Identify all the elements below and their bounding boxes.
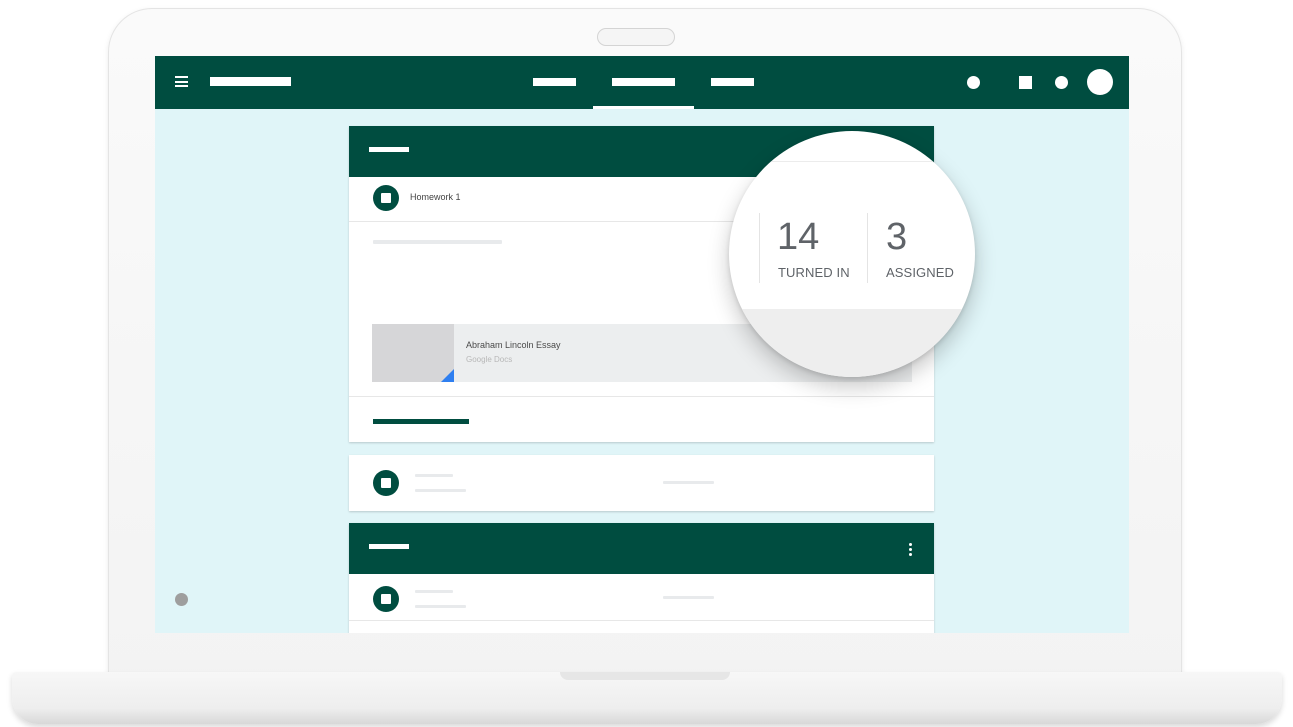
attachment-area-zoomed — [729, 309, 975, 377]
laptop-scene: Homework 1 Abraham Lincoln Essay Google … — [0, 0, 1293, 727]
webcam — [597, 28, 675, 46]
subtitle-placeholder — [415, 489, 466, 492]
assigned-stat[interactable]: 3 ASSIGNED — [868, 213, 968, 285]
tab-classwork[interactable] — [612, 78, 675, 86]
menu-icon[interactable] — [175, 76, 188, 87]
calendar-icon[interactable] — [1019, 76, 1032, 89]
turned-in-label: TURNED IN — [778, 265, 850, 280]
active-tab-indicator — [593, 106, 694, 109]
app-title-placeholder — [210, 77, 291, 86]
divider — [349, 396, 934, 397]
doc-thumbnail — [372, 324, 454, 382]
attachment-title: Abraham Lincoln Essay — [466, 340, 561, 350]
assigned-count: 3 — [886, 216, 908, 258]
turned-in-stat[interactable]: 14 TURNED IN — [760, 213, 866, 285]
due-placeholder — [663, 596, 714, 599]
attachment-type: Google Docs — [466, 355, 513, 364]
tab-stream[interactable] — [533, 78, 576, 86]
description-placeholder — [373, 240, 502, 244]
turned-in-count: 14 — [777, 216, 820, 258]
assignment-icon — [373, 185, 399, 211]
docs-corner-icon — [441, 369, 454, 382]
settings-icon[interactable] — [1055, 76, 1068, 89]
tab-people[interactable] — [711, 78, 754, 86]
title-placeholder — [415, 590, 453, 593]
stats-magnifier: 14 TURNED IN 3 ASSIGNED — [729, 131, 975, 377]
title-placeholder — [415, 474, 453, 477]
topic-card-2 — [349, 523, 934, 633]
assignment-card-2[interactable] — [349, 455, 934, 511]
avatar[interactable] — [1087, 69, 1113, 95]
help-icon[interactable] — [967, 76, 980, 89]
divider — [349, 620, 934, 621]
divider — [729, 161, 975, 162]
assignment-icon — [373, 470, 399, 496]
due-placeholder — [663, 481, 714, 484]
feedback-dot[interactable] — [175, 593, 188, 606]
view-assignment-link[interactable] — [373, 419, 469, 424]
assignment-title: Homework 1 — [410, 192, 461, 202]
app-bar — [155, 56, 1129, 109]
assignment-row[interactable] — [349, 574, 934, 620]
assignment-icon — [373, 586, 399, 612]
assigned-label: ASSIGNED — [886, 265, 954, 280]
classroom-screen: Homework 1 Abraham Lincoln Essay Google … — [155, 56, 1129, 633]
topic-title-placeholder — [369, 147, 409, 152]
more-vert-icon[interactable] — [909, 543, 912, 558]
topic-title-placeholder — [369, 544, 409, 549]
laptop-notch — [560, 672, 730, 680]
subtitle-placeholder — [415, 605, 466, 608]
topic-header — [349, 523, 934, 574]
